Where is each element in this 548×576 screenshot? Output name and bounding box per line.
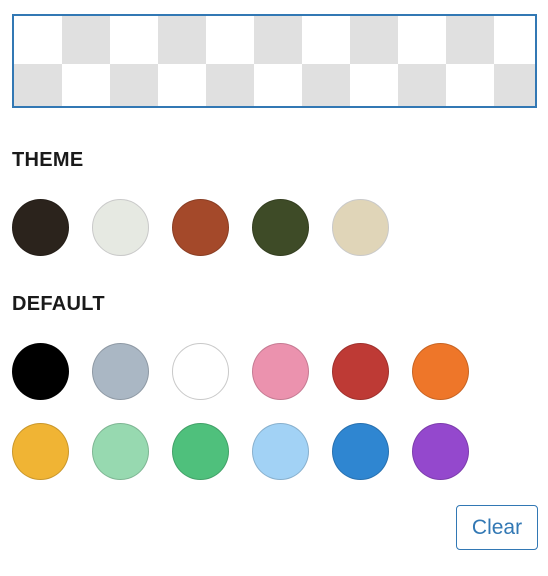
swatch-default-blue[interactable] (332, 423, 389, 480)
swatch-default-black[interactable] (12, 343, 69, 400)
swatch-theme-olive[interactable] (252, 199, 309, 256)
clear-button[interactable]: Clear (456, 505, 538, 550)
swatch-default-blue-gray[interactable] (92, 343, 149, 400)
current-color-preview[interactable] (12, 14, 537, 108)
swatch-default-red[interactable] (332, 343, 389, 400)
swatch-default-white[interactable] (172, 343, 229, 400)
default-swatch-row-1 (12, 343, 469, 400)
color-preview-wrapper (12, 14, 537, 108)
swatch-theme-tan[interactable] (332, 199, 389, 256)
swatch-default-mint[interactable] (92, 423, 149, 480)
theme-swatch-row (12, 199, 389, 256)
swatch-default-light-blue[interactable] (252, 423, 309, 480)
default-section-title: DEFAULT (12, 293, 105, 315)
color-picker-panel: THEME DEFAULT Clear (0, 0, 548, 576)
current-color-fill (14, 16, 535, 106)
swatch-default-yellow[interactable] (12, 423, 69, 480)
theme-section-title: THEME (12, 149, 84, 171)
default-swatch-row-2 (12, 423, 469, 480)
swatch-theme-rust[interactable] (172, 199, 229, 256)
swatch-theme-off-white[interactable] (92, 199, 149, 256)
swatch-default-green[interactable] (172, 423, 229, 480)
swatch-default-purple[interactable] (412, 423, 469, 480)
swatch-default-pink[interactable] (252, 343, 309, 400)
swatch-default-orange[interactable] (412, 343, 469, 400)
swatch-theme-dark-brown[interactable] (12, 199, 69, 256)
